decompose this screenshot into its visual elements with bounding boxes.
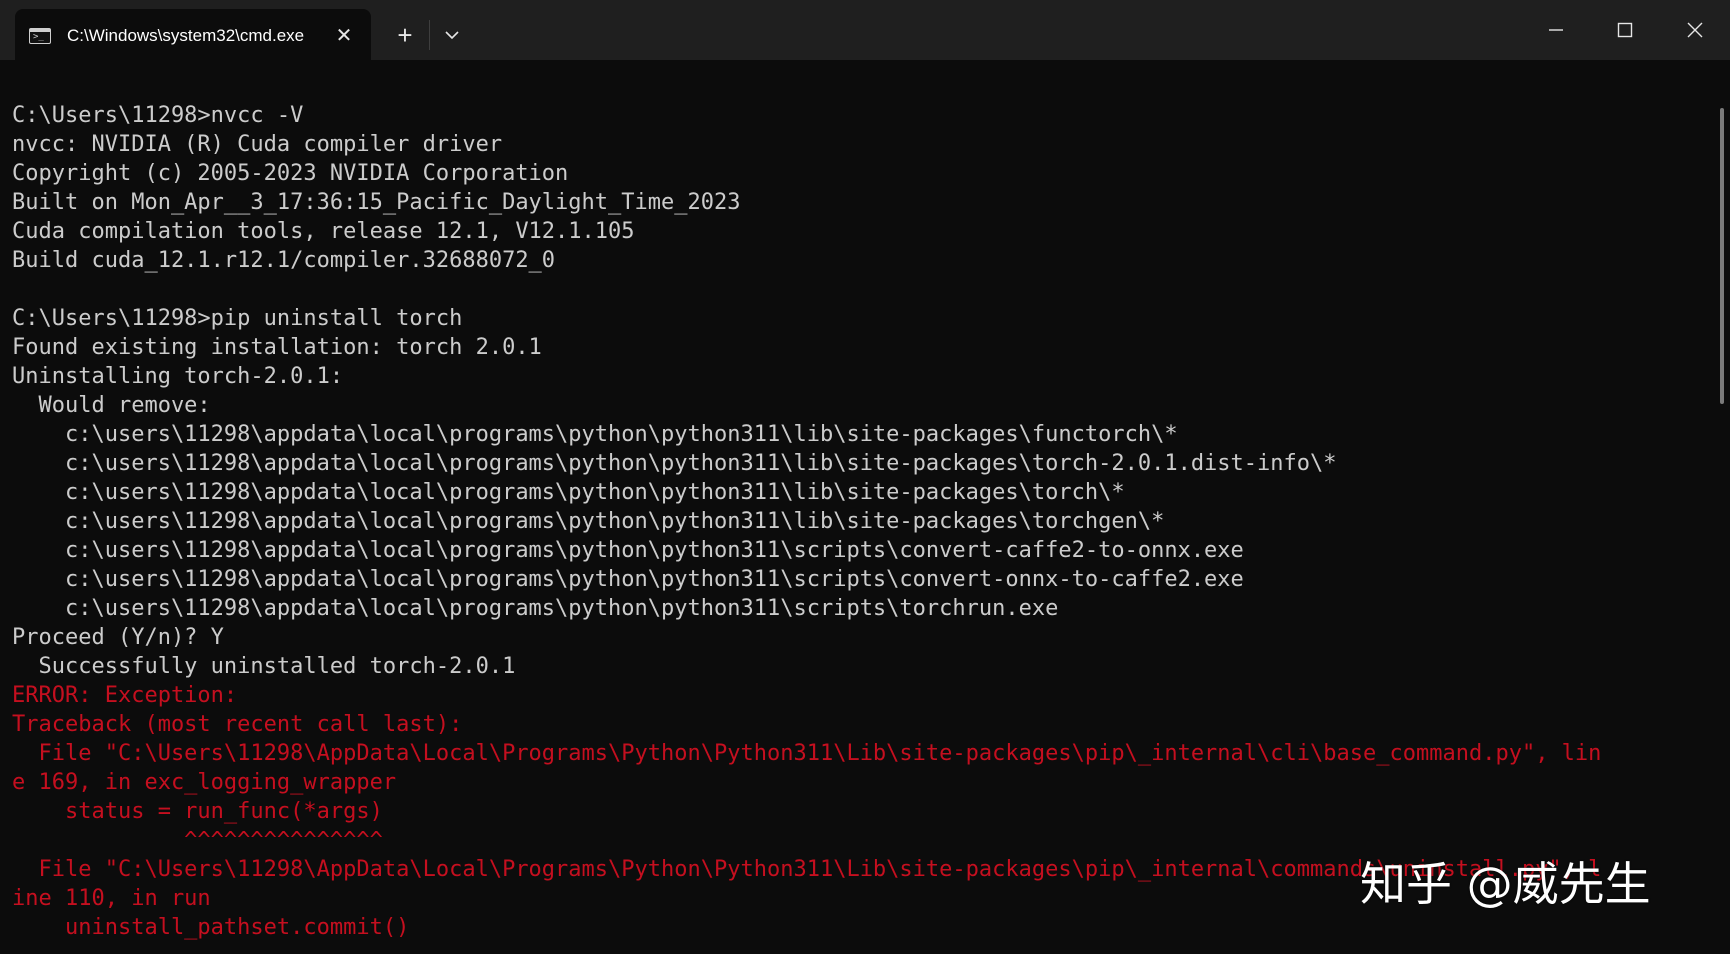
terminal-line: c:\users\11298\appdata\local\programs\py… xyxy=(12,538,1244,563)
terminal-line: c:\users\11298\appdata\local\programs\py… xyxy=(12,567,1244,592)
terminal-line: Would remove: xyxy=(12,393,211,418)
terminal-line: c:\users\11298\appdata\local\programs\py… xyxy=(12,480,1125,505)
chevron-down-icon[interactable] xyxy=(440,22,464,48)
tab-separator xyxy=(429,20,430,50)
terminal-output[interactable]: C:\Users\11298>nvcc -V nvcc: NVIDIA (R) C… xyxy=(12,101,1702,954)
terminal-line: Built on Mon_Apr__3_17:36:15_Pacific_Day… xyxy=(12,190,741,215)
terminal-line: ERROR: Exception: xyxy=(12,683,238,708)
terminal-line: Build cuda_12.1.r12.1/compiler.32688072_… xyxy=(12,248,556,273)
minimize-button[interactable] xyxy=(1531,10,1581,50)
tab-cmd[interactable]: >_ C:\Windows\system32\cmd.exe ✕ xyxy=(15,9,371,60)
close-tab-icon[interactable]: ✕ xyxy=(331,23,357,49)
terminal-line: nvcc: NVIDIA (R) Cuda compiler driver xyxy=(12,132,503,157)
terminal-line: File "C:\Users\11298\AppData\Local\Progr… xyxy=(12,741,1602,766)
terminal-line: e 169, in exc_logging_wrapper xyxy=(12,770,397,795)
terminal-line: status = run_func(*args) xyxy=(12,799,383,824)
terminal-line: C:\Users\11298>nvcc -V xyxy=(12,103,304,128)
new-tab-button[interactable]: + xyxy=(390,20,420,50)
terminal-line: Copyright (c) 2005-2023 NVIDIA Corporati… xyxy=(12,161,569,186)
terminal-line: Found existing installation: torch 2.0.1 xyxy=(12,335,542,360)
terminal-line: c:\users\11298\appdata\local\programs\py… xyxy=(12,509,1165,534)
terminal-line: c:\users\11298\appdata\local\programs\py… xyxy=(12,422,1178,447)
terminal-line: Cuda compilation tools, release 12.1, V1… xyxy=(12,219,635,244)
terminal-line: Proceed (Y/n)? Y xyxy=(12,625,224,650)
scrollbar-thumb[interactable] xyxy=(1720,108,1724,404)
terminal-line: ^^^^^^^^^^^^^^^ xyxy=(12,828,383,853)
terminal-line: C:\Users\11298>pip uninstall torch xyxy=(12,306,463,331)
terminal-line: Successfully uninstalled torch-2.0.1 xyxy=(12,654,516,679)
close-window-button[interactable] xyxy=(1670,10,1720,50)
terminal-line: c:\users\11298\appdata\local\programs\py… xyxy=(12,451,1337,476)
maximize-button[interactable] xyxy=(1600,10,1650,50)
terminal-icon: >_ xyxy=(29,28,51,44)
terminal-line: uninstall_pathset.commit() xyxy=(12,915,410,940)
title-bar: >_ C:\Windows\system32\cmd.exe ✕ + xyxy=(0,0,1730,60)
tab-title: C:\Windows\system32\cmd.exe xyxy=(67,26,305,45)
terminal-line: Uninstalling torch-2.0.1: xyxy=(12,364,344,389)
terminal-icon-glyph: >_ xyxy=(33,32,44,42)
terminal-line: Traceback (most recent call last): xyxy=(12,712,463,737)
terminal-line: c:\users\11298\appdata\local\programs\py… xyxy=(12,596,1059,621)
watermark: 知乎 @威先生 xyxy=(1360,857,1651,911)
